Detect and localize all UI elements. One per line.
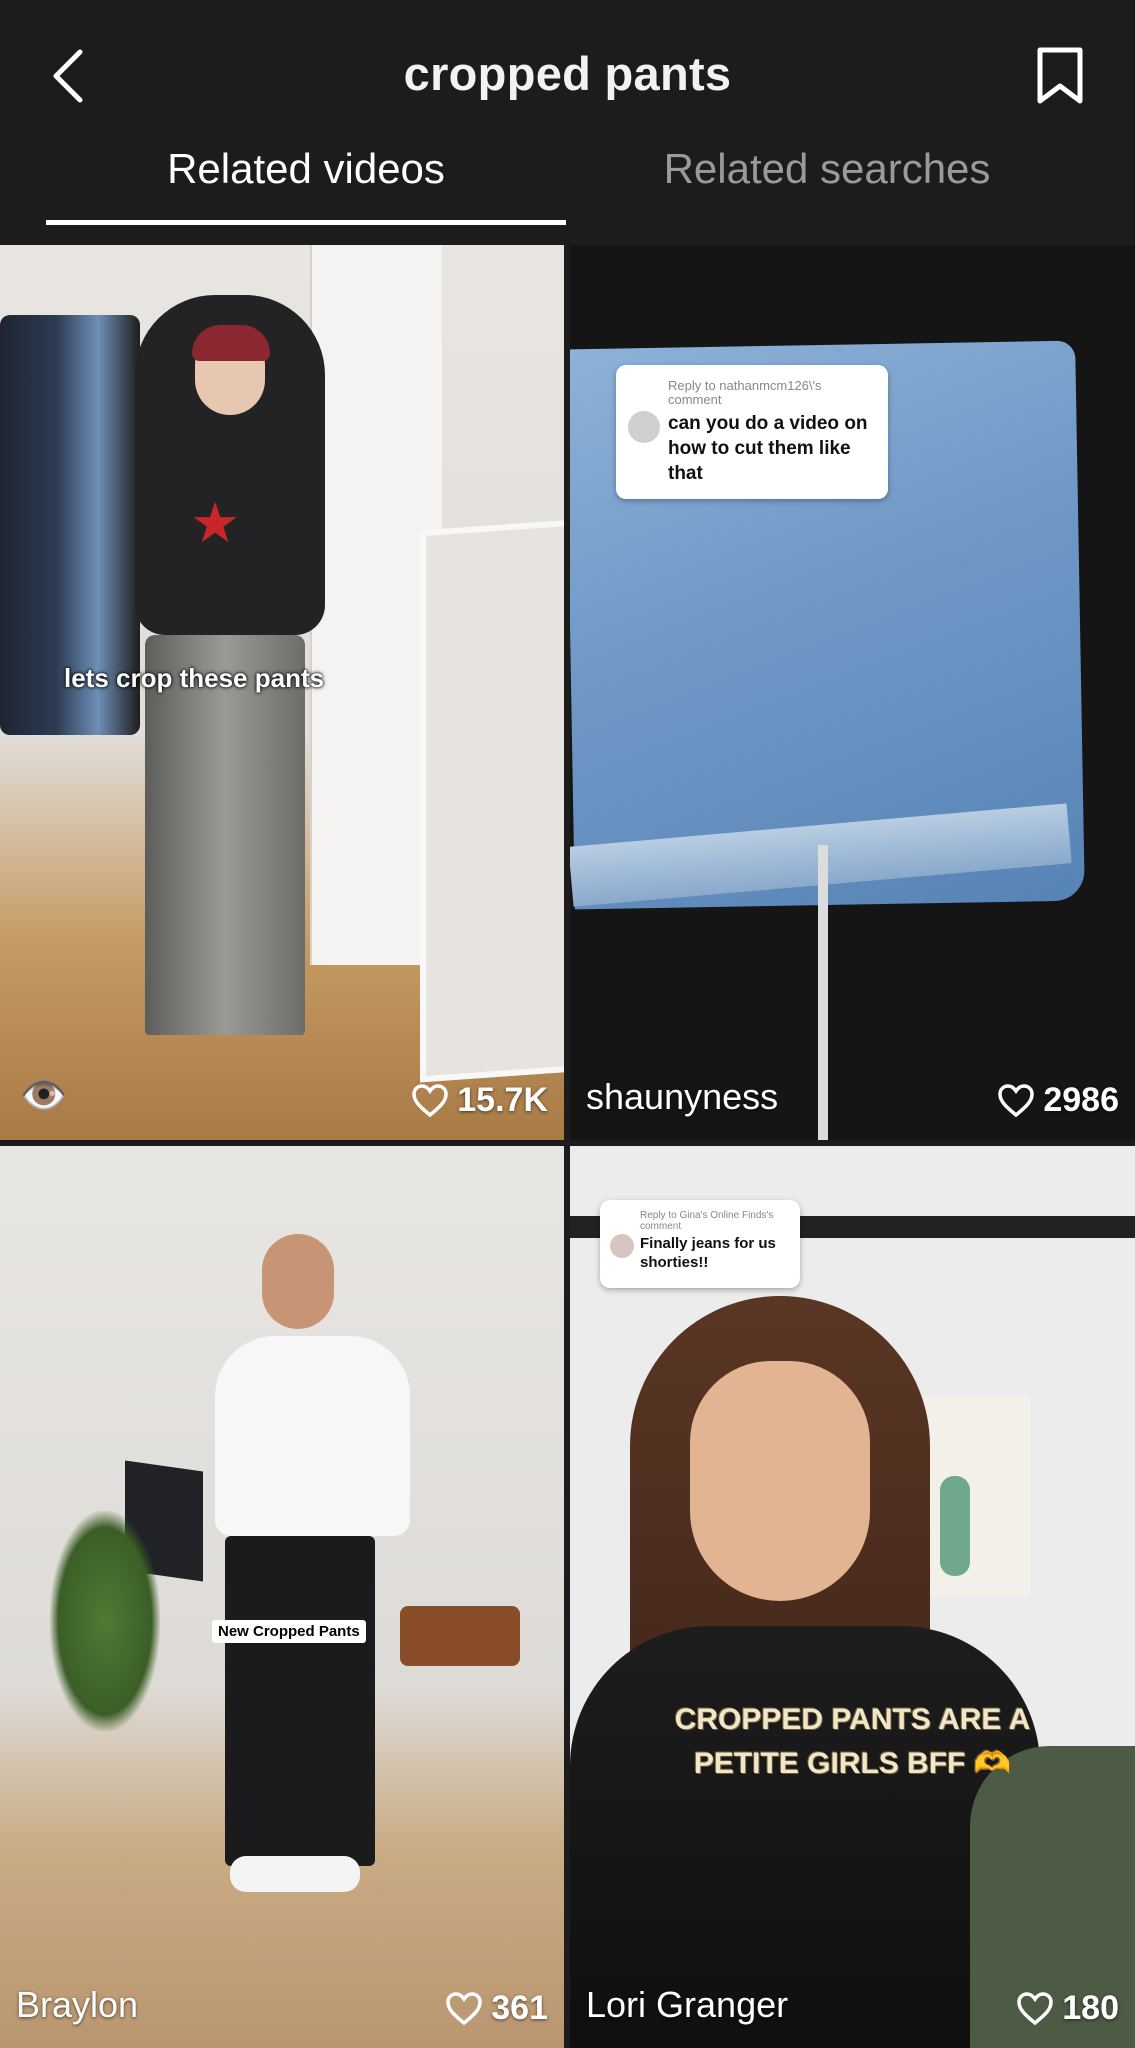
reply-to-label: Reply to nathanmcm126\'s comment: [668, 378, 822, 407]
mirror: [420, 519, 564, 1083]
author-name: shaunyness: [586, 1076, 779, 1117]
plant: [50, 1511, 160, 1731]
likes-count: 361: [445, 1989, 548, 2028]
video-caption: CROPPED PANTS ARE A PETITE GIRLS BFF 🫶: [674, 1703, 1031, 1780]
video-tile[interactable]: Reply to Gina's Online Finds's comment F…: [570, 1146, 1135, 2048]
likes-count: 2986: [997, 1081, 1119, 1120]
person-head: [262, 1234, 334, 1329]
video-tile[interactable]: Reply to nathanmcm126\'s comment can you…: [570, 245, 1135, 1140]
shoes: [230, 1856, 360, 1892]
likes-count: 15.7K: [411, 1081, 548, 1120]
person-shirt: [215, 1336, 410, 1536]
star-logo: ★: [190, 491, 241, 554]
tab-related-searches[interactable]: Related searches: [567, 145, 1087, 205]
couch: [400, 1606, 520, 1666]
heart-icon: [1017, 1991, 1054, 2025]
reply-to-label: Reply to Gina's Online Finds's comment: [640, 1210, 774, 1232]
video-tile[interactable]: New Cropped Pants Braylon 361: [0, 1146, 564, 2048]
person-pants: [225, 1536, 375, 1866]
scissors: [818, 845, 828, 1140]
likes-value: 2986: [1043, 1081, 1119, 1119]
author-name: Lori Granger: [586, 1984, 789, 2025]
bookmark-icon: [1037, 47, 1083, 104]
eye-icon: 👁️: [20, 1075, 68, 1117]
comment-text: can you do a video on how to cut them li…: [668, 413, 868, 484]
likes-value: 180: [1062, 1989, 1119, 2027]
beanie: [192, 325, 270, 361]
heart-icon: [998, 1083, 1035, 1117]
tab-bar: Related videos Related searches: [0, 135, 1135, 245]
video-caption: lets crop these pants: [64, 663, 325, 693]
video-label: New Cropped Pants: [212, 1620, 366, 1643]
cactus: [940, 1476, 970, 1576]
video-tile[interactable]: ★ lets crop these pants 👁️ 15.7K: [0, 245, 564, 1140]
heart-icon: [446, 1991, 483, 2025]
author-name: Braylon: [16, 1984, 139, 2025]
heart-icon: [412, 1083, 449, 1117]
comment-bubble: Reply to nathanmcm126\'s comment can you…: [616, 365, 888, 499]
bookmark-button[interactable]: [1025, 40, 1095, 112]
avatar: [610, 1234, 634, 1258]
person-face: [690, 1361, 870, 1601]
active-tab-indicator: [46, 220, 566, 225]
comment-text: Finally jeans for us shorties!!: [640, 1235, 776, 1271]
video-grid: ★ lets crop these pants 👁️ 15.7K Reply t…: [0, 245, 1135, 2048]
likes-count: 180: [1016, 1989, 1119, 2028]
top-bar: cropped pants Related videos Related sea…: [0, 0, 1135, 245]
likes-value: 361: [491, 1989, 548, 2027]
person-pants: [145, 635, 305, 1035]
avatar: [628, 411, 660, 443]
tab-related-videos[interactable]: Related videos: [46, 145, 566, 205]
likes-value: 15.7K: [457, 1081, 548, 1119]
comment-bubble: Reply to Gina's Online Finds's comment F…: [600, 1200, 800, 1288]
page-title: cropped pants: [403, 47, 732, 100]
